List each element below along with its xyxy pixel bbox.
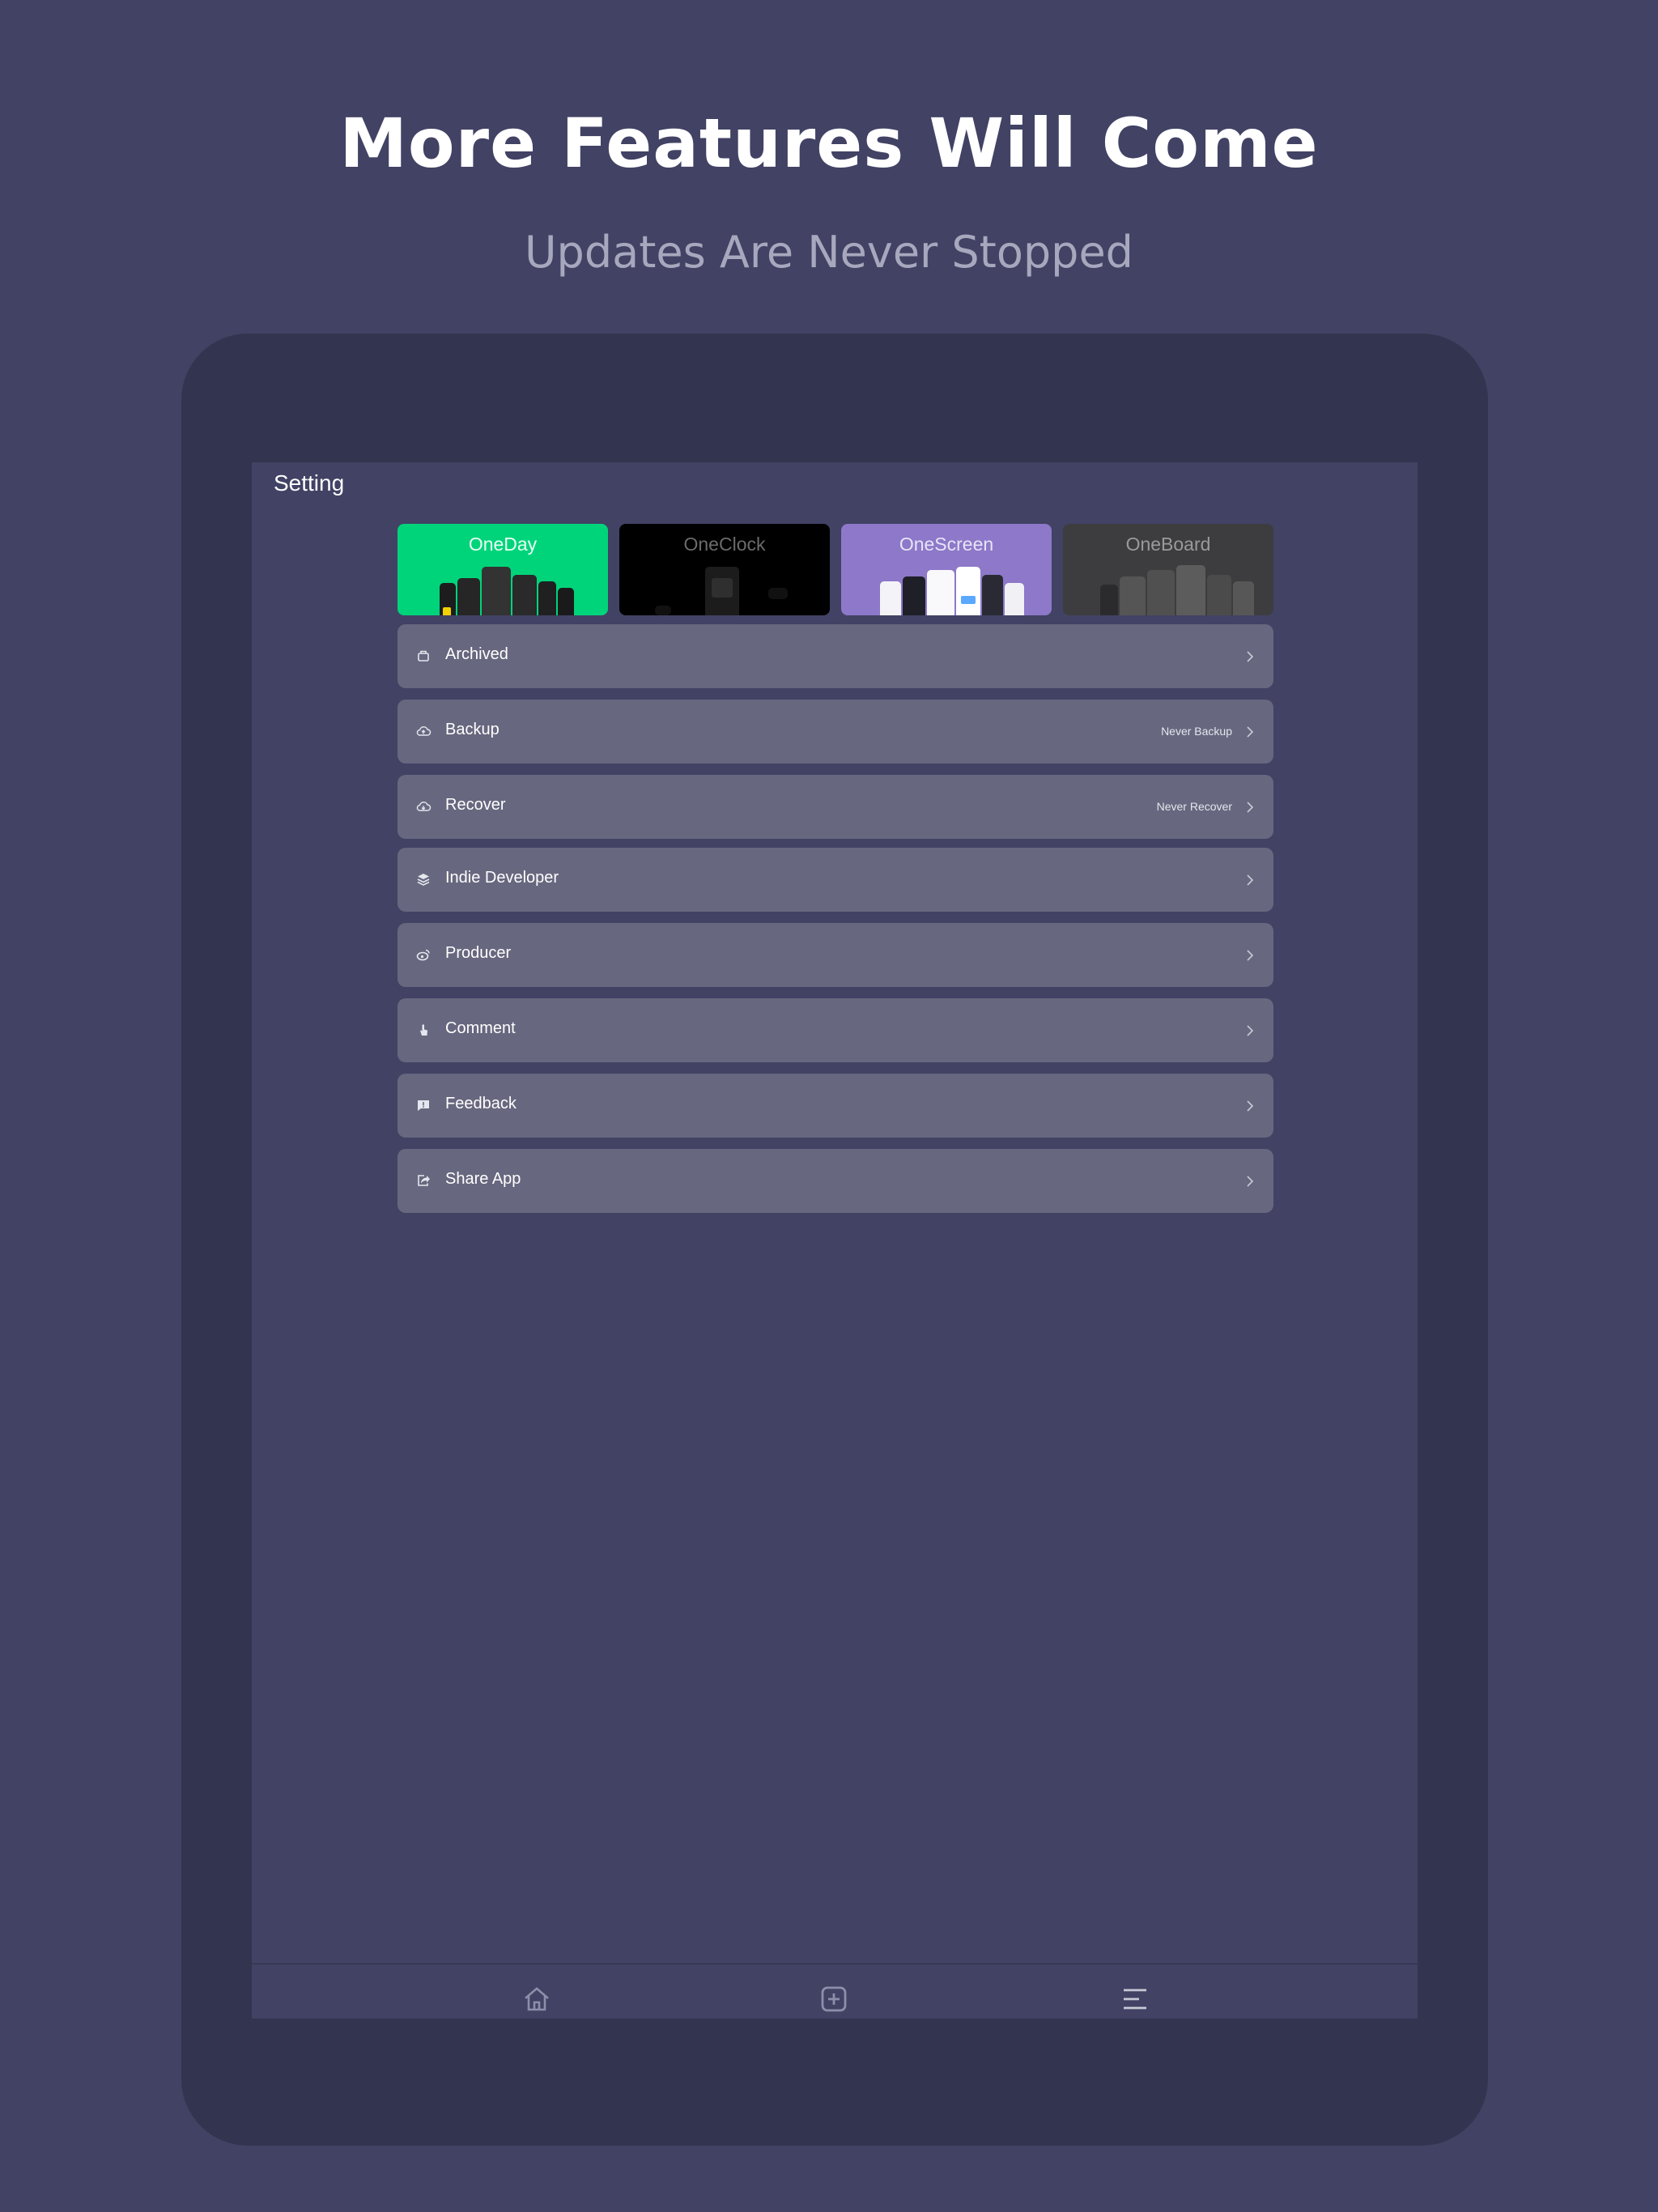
menu-item-backup[interactable]: Backup Never Backup	[397, 700, 1273, 764]
menu-item-archived[interactable]: Archived	[397, 624, 1273, 688]
app-card-label: OneClock	[683, 534, 766, 555]
share-icon	[418, 1175, 430, 1186]
menu-item-label: Backup	[445, 721, 500, 738]
app-card-label: OneDay	[468, 534, 538, 555]
add-square-icon[interactable]	[820, 1985, 848, 2013]
chevron-right-icon	[1247, 1025, 1254, 1036]
menu-item-label: Indie Developer	[445, 869, 559, 887]
layers-icon	[417, 874, 430, 886]
home-icon[interactable]	[523, 1985, 551, 2013]
menu-item-feedback[interactable]: Feedback	[397, 1074, 1273, 1138]
app-preview-image	[1063, 564, 1273, 615]
tab-bar	[252, 1963, 1418, 2018]
app-card-oneday[interactable]: OneDay	[397, 524, 608, 615]
chevron-right-icon	[1247, 950, 1254, 961]
app-carousel: OneDay OneClock OneScreen OneBoard	[397, 524, 1273, 615]
menu-item-comment[interactable]: Comment	[397, 998, 1273, 1062]
app-card-label: OneScreen	[899, 534, 994, 555]
chevron-right-icon	[1247, 802, 1254, 813]
menu-item-label: Recover	[445, 796, 506, 814]
menu-item-label: Share App	[445, 1170, 521, 1188]
app-card-oneboard[interactable]: OneBoard	[1063, 524, 1273, 615]
hand-pointer-icon	[420, 1024, 427, 1036]
cloud-download-icon	[416, 802, 432, 811]
menu-item-indie-developer[interactable]: Indie Developer	[397, 848, 1273, 912]
backup-status: Never Backup	[1161, 725, 1232, 738]
cloud-upload-icon	[416, 726, 432, 736]
menu-item-label: Archived	[445, 645, 508, 663]
app-card-onescreen[interactable]: OneScreen	[841, 524, 1052, 615]
menu-item-label: Producer	[445, 944, 512, 962]
recover-status: Never Recover	[1156, 800, 1232, 813]
feedback-icon	[418, 1100, 429, 1111]
menu-item-label: Comment	[445, 1019, 516, 1037]
chevron-right-icon	[1247, 1176, 1254, 1187]
menu-icon[interactable]	[1121, 1985, 1149, 2013]
menu-item-producer[interactable]: Producer	[397, 923, 1273, 987]
app-card-oneclock[interactable]: OneClock	[619, 524, 830, 615]
menu-item-recover[interactable]: Recover Never Recover	[397, 775, 1273, 839]
chevron-right-icon	[1247, 651, 1254, 662]
archive-icon	[418, 650, 429, 661]
app-preview-image	[619, 564, 830, 615]
menu-item-share-app[interactable]: Share App	[397, 1149, 1273, 1213]
app-preview-image	[841, 564, 1052, 615]
promo-headline: More Features Will Come	[339, 104, 1319, 183]
app-preview-image	[397, 564, 608, 615]
chevron-right-icon	[1247, 1100, 1254, 1112]
chevron-right-icon	[1247, 874, 1254, 886]
weibo-icon	[416, 949, 430, 961]
app-card-label: OneBoard	[1125, 534, 1211, 555]
page-title: Setting	[274, 470, 345, 496]
app-screen: Setting OneDay OneClock OneScreen OneBoa…	[252, 462, 1418, 2018]
promo-subheadline: Updates Are Never Stopped	[525, 227, 1133, 278]
menu-item-label: Feedback	[445, 1095, 517, 1112]
chevron-right-icon	[1247, 726, 1254, 738]
